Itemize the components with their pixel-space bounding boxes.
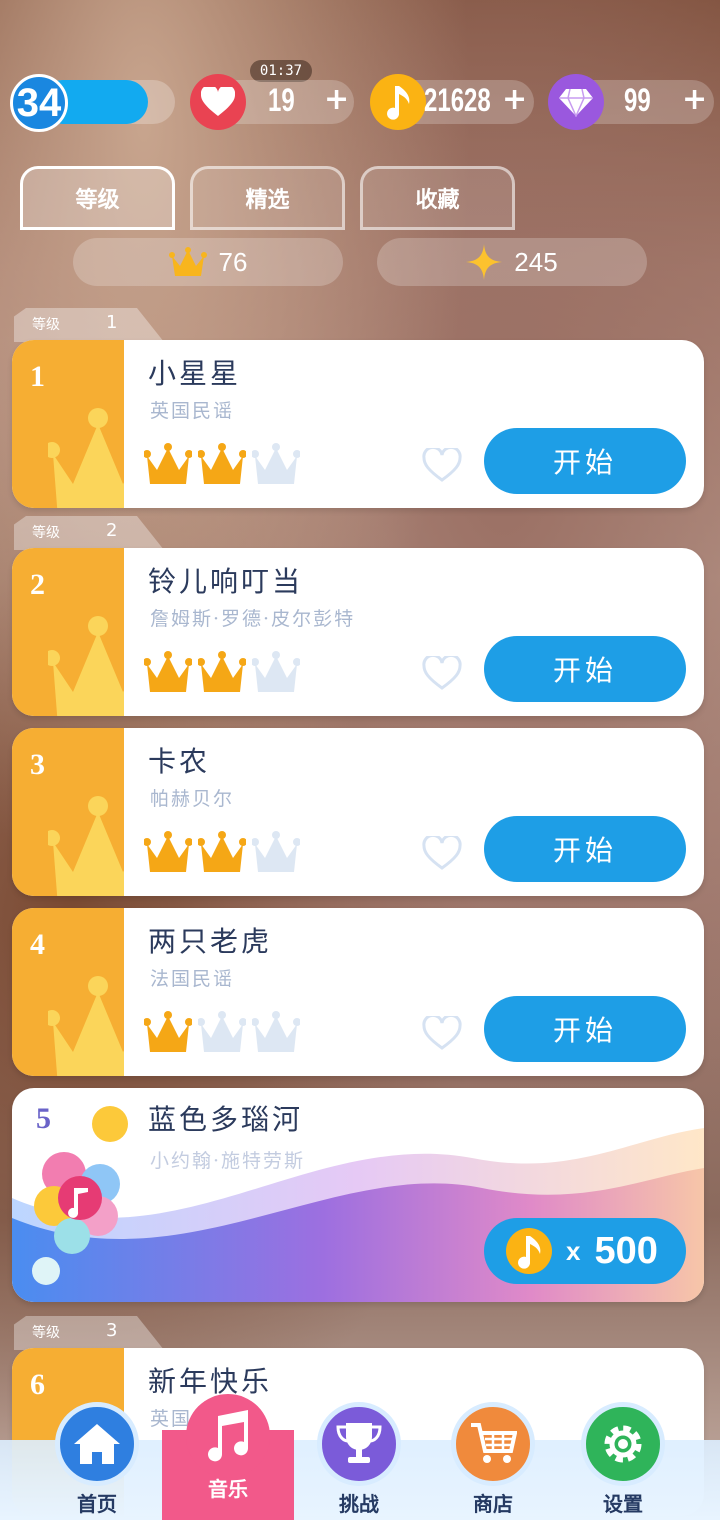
song-number: 4: [30, 928, 45, 961]
crown-earned-icon: [144, 1011, 192, 1052]
heart-outline-icon[interactable]: [422, 836, 462, 870]
level-tag-2: 等级 2: [14, 516, 164, 550]
nav-challenge[interactable]: 挑战: [304, 1402, 414, 1520]
gear-icon: [581, 1402, 665, 1486]
song-number: 3: [30, 748, 45, 781]
start-button[interactable]: 开始: [484, 636, 686, 702]
lives-count: 19: [268, 82, 295, 118]
balloon-music-icon: [32, 1106, 128, 1285]
heart-outline-icon[interactable]: [422, 448, 462, 482]
nav-home[interactable]: 首页: [42, 1402, 152, 1520]
song-title: 蓝色多瑙河: [148, 1103, 304, 1136]
cart-icon: [451, 1402, 535, 1486]
nav-music[interactable]: 音乐: [162, 1394, 294, 1520]
song-artist: 法国民谣: [150, 968, 235, 990]
price-multiplier: x: [566, 1235, 581, 1266]
song-card-1[interactable]: 1 小星星 英国民谣 开始: [12, 340, 704, 508]
diamond-icon: [548, 74, 604, 130]
tab-level[interactable]: 等级: [20, 166, 175, 230]
heart-outline-icon[interactable]: [422, 656, 462, 690]
crown-icon: [48, 796, 124, 896]
song-title: 铃儿响叮当: [148, 565, 304, 598]
star-total-pill: 245: [377, 238, 647, 286]
crown-rating: [144, 650, 300, 694]
crown-empty-icon: [198, 1011, 246, 1052]
song-title: 两只老虎: [148, 925, 273, 958]
song-artist: 英国: [150, 1408, 193, 1430]
trophy-icon: [317, 1402, 401, 1486]
crown-rating: [144, 1010, 300, 1054]
song-card-3[interactable]: 3 卡农 帕赫贝尔 开始: [12, 728, 704, 896]
crown-icon: [168, 247, 207, 276]
gems-count: 99: [624, 82, 651, 118]
start-button[interactable]: 开始: [484, 428, 686, 494]
crown-rating: [144, 830, 300, 874]
music-note-coin-icon: [370, 74, 426, 130]
start-button[interactable]: 开始: [484, 816, 686, 882]
nav-shop[interactable]: 商店: [438, 1402, 548, 1520]
crown-earned-icon: [144, 831, 192, 872]
crown-empty-icon: [252, 1011, 300, 1052]
song-artist: 英国民谣: [150, 400, 235, 422]
tab-favorites[interactable]: 收藏: [360, 166, 515, 230]
level-tag-1: 等级 1: [14, 308, 164, 342]
crown-earned-icon: [144, 651, 192, 692]
song-card-5-locked[interactable]: 5 蓝色多瑙河 小约翰·施特劳斯 x 500: [12, 1088, 704, 1302]
heart-outline-icon[interactable]: [422, 1016, 462, 1050]
add-lives-button[interactable]: +: [324, 82, 349, 117]
song-number: 6: [30, 1368, 45, 1401]
unlock-price-button[interactable]: x 500: [484, 1218, 686, 1284]
start-button[interactable]: 开始: [484, 996, 686, 1062]
music-note-icon: [186, 1394, 270, 1478]
song-artist: 帕赫贝尔: [150, 788, 235, 810]
lives-timer: 01:37: [250, 60, 312, 82]
nav-settings[interactable]: 设置: [568, 1402, 678, 1520]
song-card-4[interactable]: 4 两只老虎 法国民谣 开始: [12, 908, 704, 1076]
crown-empty-icon: [252, 831, 300, 872]
crown-icon: [48, 976, 124, 1076]
song-artist: 詹姆斯·罗德·皮尔彭特: [150, 608, 356, 630]
crown-total: 76: [218, 246, 248, 277]
crown-icon: [48, 616, 124, 716]
crown-earned-icon: [144, 443, 192, 484]
song-number: 2: [30, 568, 45, 601]
song-card-2[interactable]: 2 铃儿响叮当 詹姆斯·罗德·皮尔彭特 开始: [12, 548, 704, 716]
home-icon: [55, 1402, 139, 1486]
crown-empty-icon: [252, 443, 300, 484]
song-title: 卡农: [148, 745, 211, 778]
crown-total-pill: 76: [73, 238, 343, 286]
crown-earned-icon: [198, 831, 246, 872]
add-gems-button[interactable]: +: [682, 82, 707, 117]
add-coins-button[interactable]: +: [502, 82, 527, 117]
heart-icon: [190, 74, 246, 130]
star-total: 245: [514, 246, 558, 277]
music-note-coin-icon: [506, 1228, 552, 1274]
song-title: 小星星: [148, 357, 242, 390]
crown-earned-icon: [198, 651, 246, 692]
tab-featured[interactable]: 精选: [190, 166, 345, 230]
crown-icon: [48, 408, 124, 508]
song-artist: 小约翰·施特劳斯: [150, 1150, 306, 1172]
song-number: 1: [30, 360, 45, 393]
unlock-price: 500: [594, 1229, 658, 1272]
song-title: 新年快乐: [148, 1365, 273, 1398]
player-level-badge[interactable]: 34: [10, 74, 68, 132]
crown-rating: [144, 442, 300, 486]
sparkle-icon: [466, 244, 503, 280]
level-tag-3: 等级 3: [14, 1316, 164, 1350]
coins-count: 21628: [424, 82, 491, 118]
crown-earned-icon: [198, 443, 246, 484]
crown-empty-icon: [252, 651, 300, 692]
